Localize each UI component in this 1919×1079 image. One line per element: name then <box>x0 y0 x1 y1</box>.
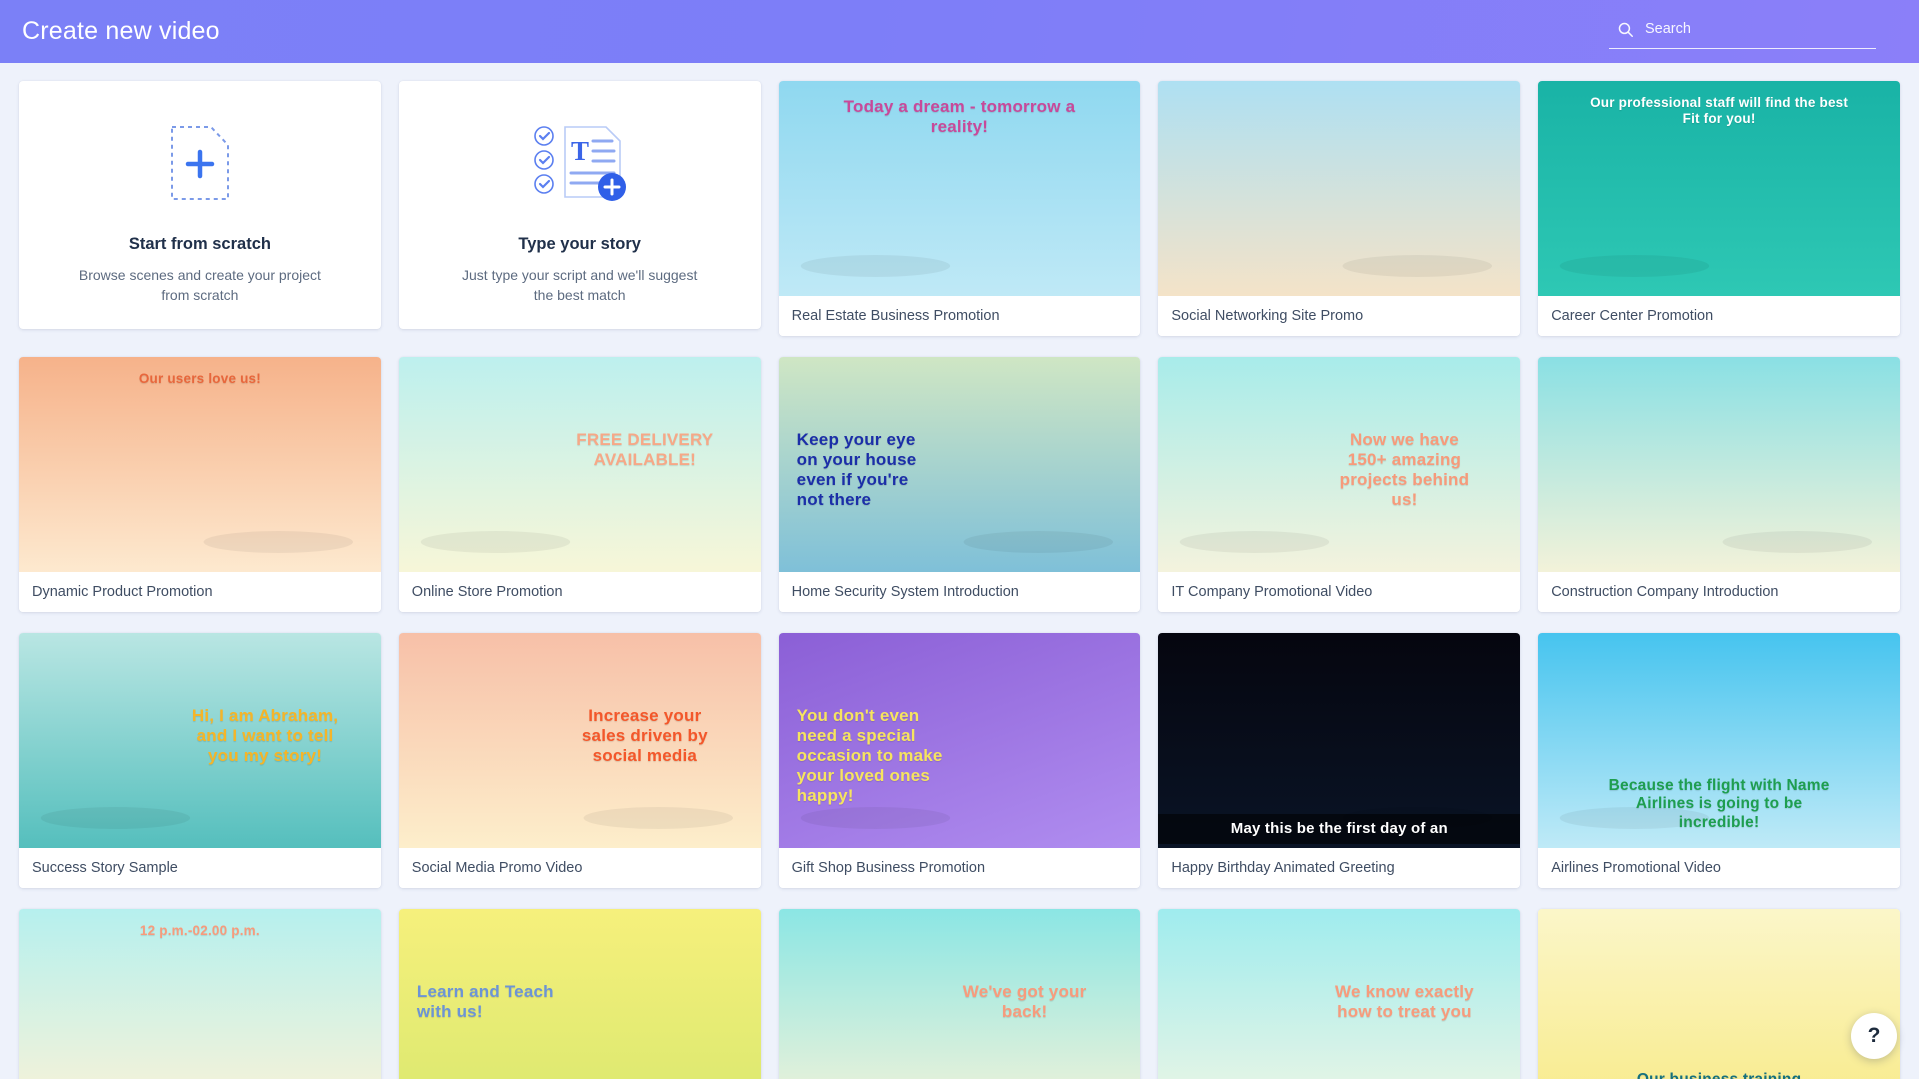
thumbnail-overlay-text: Our professional staff will find the bes… <box>1590 95 1849 126</box>
template-thumbnail: Because the flight with Name Airlines is… <box>1538 633 1900 848</box>
template-card[interactable]: Now we have 150+ amazing projects behind… <box>1158 357 1521 612</box>
thumbnail-artwork <box>1538 909 1900 1079</box>
thumbnail-overlay-text: Our business training courses are best f… <box>1553 1071 1886 1079</box>
thumbnail-overlay-text: Learn and Teach with us! <box>416 982 554 1022</box>
template-thumbnail <box>1538 357 1900 572</box>
thumbnail-overlay-text: FREE DELIVERY AVAILABLE! <box>576 430 714 470</box>
template-thumbnail: Now we have 150+ amazing projects behind… <box>1158 357 1521 572</box>
template-thumbnail: Hi, I am Abraham, and I want to tell you… <box>19 633 381 848</box>
thumbnail-overlay-text: Hi, I am Abraham, and I want to tell you… <box>191 706 339 766</box>
thumbnail-overlay-text: May this be the first day of an <box>1158 814 1521 844</box>
template-caption: Happy Birthday Animated Greeting <box>1158 848 1521 888</box>
template-card[interactable]: Learn and Teach with us! <box>398 909 761 1079</box>
template-caption: Online Store Promotion <box>398 572 761 612</box>
thumbnail-overlay-text: You don't even need a special occasion t… <box>796 706 943 806</box>
template-thumbnail: FREE DELIVERY AVAILABLE! <box>398 357 761 572</box>
thumbnail-overlay-text: Today a dream - tomorrow a reality! <box>843 97 1076 137</box>
template-card[interactable]: Construction Company Introduction <box>1538 357 1900 612</box>
template-thumbnail: 12 p.m.-02.00 p.m. <box>19 909 381 1079</box>
thumbnail-overlay-text: We've got your back! <box>962 982 1087 1022</box>
template-card[interactable]: We've got your back! <box>778 909 1141 1079</box>
template-caption: Dynamic Product Promotion <box>19 572 381 612</box>
template-grid: Start from scratch Browse scenes and cre… <box>19 81 1900 1079</box>
template-thumbnail: Keep your eye on your house even if you'… <box>778 357 1141 572</box>
template-caption: Airlines Promotional Video <box>1538 848 1900 888</box>
template-caption: Construction Company Introduction <box>1538 572 1900 612</box>
thumbnail-overlay-text: Increase your sales driven by social med… <box>581 706 708 766</box>
template-gallery: Start from scratch Browse scenes and cre… <box>0 63 1919 1079</box>
card-description: Just type your script and we'll suggest … <box>462 267 698 303</box>
template-card[interactable]: Today a dream - tomorrow a reality! Real … <box>778 81 1141 336</box>
template-thumbnail: Our business training courses are best f… <box>1538 909 1900 1079</box>
template-caption: Social Networking Site Promo <box>1158 296 1521 336</box>
card-title: Start from scratch <box>128 235 271 253</box>
template-caption: Home Security System Introduction <box>778 572 1141 612</box>
template-caption: Career Center Promotion <box>1538 296 1900 336</box>
template-card[interactable]: Increase your sales driven by social med… <box>398 633 761 888</box>
template-caption: Real Estate Business Promotion <box>778 296 1141 336</box>
start-from-scratch-card[interactable]: Start from scratch Browse scenes and cre… <box>19 81 381 329</box>
question-mark-icon: ? <box>1867 1024 1881 1047</box>
thumbnail-overlay-text: Keep your eye on your house even if you'… <box>796 430 917 510</box>
type-your-story-card[interactable]: T Type your story Just type your script … <box>398 81 761 329</box>
page-title: Create new video <box>22 17 220 45</box>
card-title: Type your story <box>518 235 641 253</box>
template-caption: Social Media Promo Video <box>398 848 761 888</box>
template-caption: Gift Shop Business Promotion <box>778 848 1141 888</box>
template-thumbnail: Increase your sales driven by social med… <box>398 633 761 848</box>
template-card[interactable]: May this be the first day of an Happy Bir… <box>1158 633 1521 888</box>
app-header: Create new video <box>0 0 1919 63</box>
thumbnail-overlay-text: Because the flight with Name Airlines is… <box>1608 777 1830 831</box>
card-description: Browse scenes and create your project fr… <box>78 267 321 303</box>
template-thumbnail: May this be the first day of an <box>1158 633 1521 848</box>
thumbnail-overlay-text: Our users love us! <box>138 371 261 386</box>
template-thumbnail <box>1158 81 1521 296</box>
search-icon <box>1618 22 1633 37</box>
template-thumbnail: We've got your back! <box>778 909 1141 1079</box>
template-caption: Success Story Sample <box>19 848 381 888</box>
template-thumbnail: Learn and Teach with us! <box>398 909 761 1079</box>
search-box[interactable] <box>1609 15 1876 49</box>
thumbnail-artwork <box>1538 357 1900 572</box>
search-input[interactable] <box>1645 20 1876 42</box>
svg-text:T: T <box>571 136 589 166</box>
template-card[interactable]: 12 p.m.-02.00 p.m. <box>19 909 381 1079</box>
thumbnail-artwork <box>19 357 381 572</box>
template-thumbnail: Today a dream - tomorrow a reality! <box>778 81 1141 296</box>
template-thumbnail: Our users love us! <box>19 357 381 572</box>
template-card[interactable]: Social Networking Site Promo <box>1158 81 1521 336</box>
template-card[interactable]: Our business training courses are best f… <box>1538 909 1900 1079</box>
template-card[interactable]: Because the flight with Name Airlines is… <box>1538 633 1900 888</box>
template-card[interactable]: Keep your eye on your house even if you'… <box>778 357 1141 612</box>
help-button[interactable]: ? <box>1851 1013 1897 1059</box>
thumbnail-overlay-text: We know exactly how to treat you <box>1335 982 1474 1022</box>
template-card[interactable]: FREE DELIVERY AVAILABLE! Online Store Pro… <box>398 357 761 612</box>
template-card[interactable]: Our professional staff will find the bes… <box>1538 81 1900 336</box>
script-checklist-plus-icon: T <box>532 115 628 211</box>
template-thumbnail: Our professional staff will find the bes… <box>1538 81 1900 296</box>
template-card[interactable]: You don't even need a special occasion t… <box>778 633 1141 888</box>
template-card[interactable]: Hi, I am Abraham, and I want to tell you… <box>19 633 381 888</box>
thumbnail-artwork <box>1158 81 1520 296</box>
template-card[interactable]: Our users love us! Dynamic Product Promot… <box>19 357 381 612</box>
document-plus-icon <box>169 115 231 211</box>
template-thumbnail: You don't even need a special occasion t… <box>778 633 1141 848</box>
template-card[interactable]: We know exactly how to treat you <box>1158 909 1521 1079</box>
thumbnail-overlay-text: 12 p.m.-02.00 p.m. <box>139 923 260 938</box>
template-caption: IT Company Promotional Video <box>1158 572 1521 612</box>
template-thumbnail: We know exactly how to treat you <box>1158 909 1521 1079</box>
thumbnail-overlay-text: Now we have 150+ amazing projects behind… <box>1339 430 1470 510</box>
